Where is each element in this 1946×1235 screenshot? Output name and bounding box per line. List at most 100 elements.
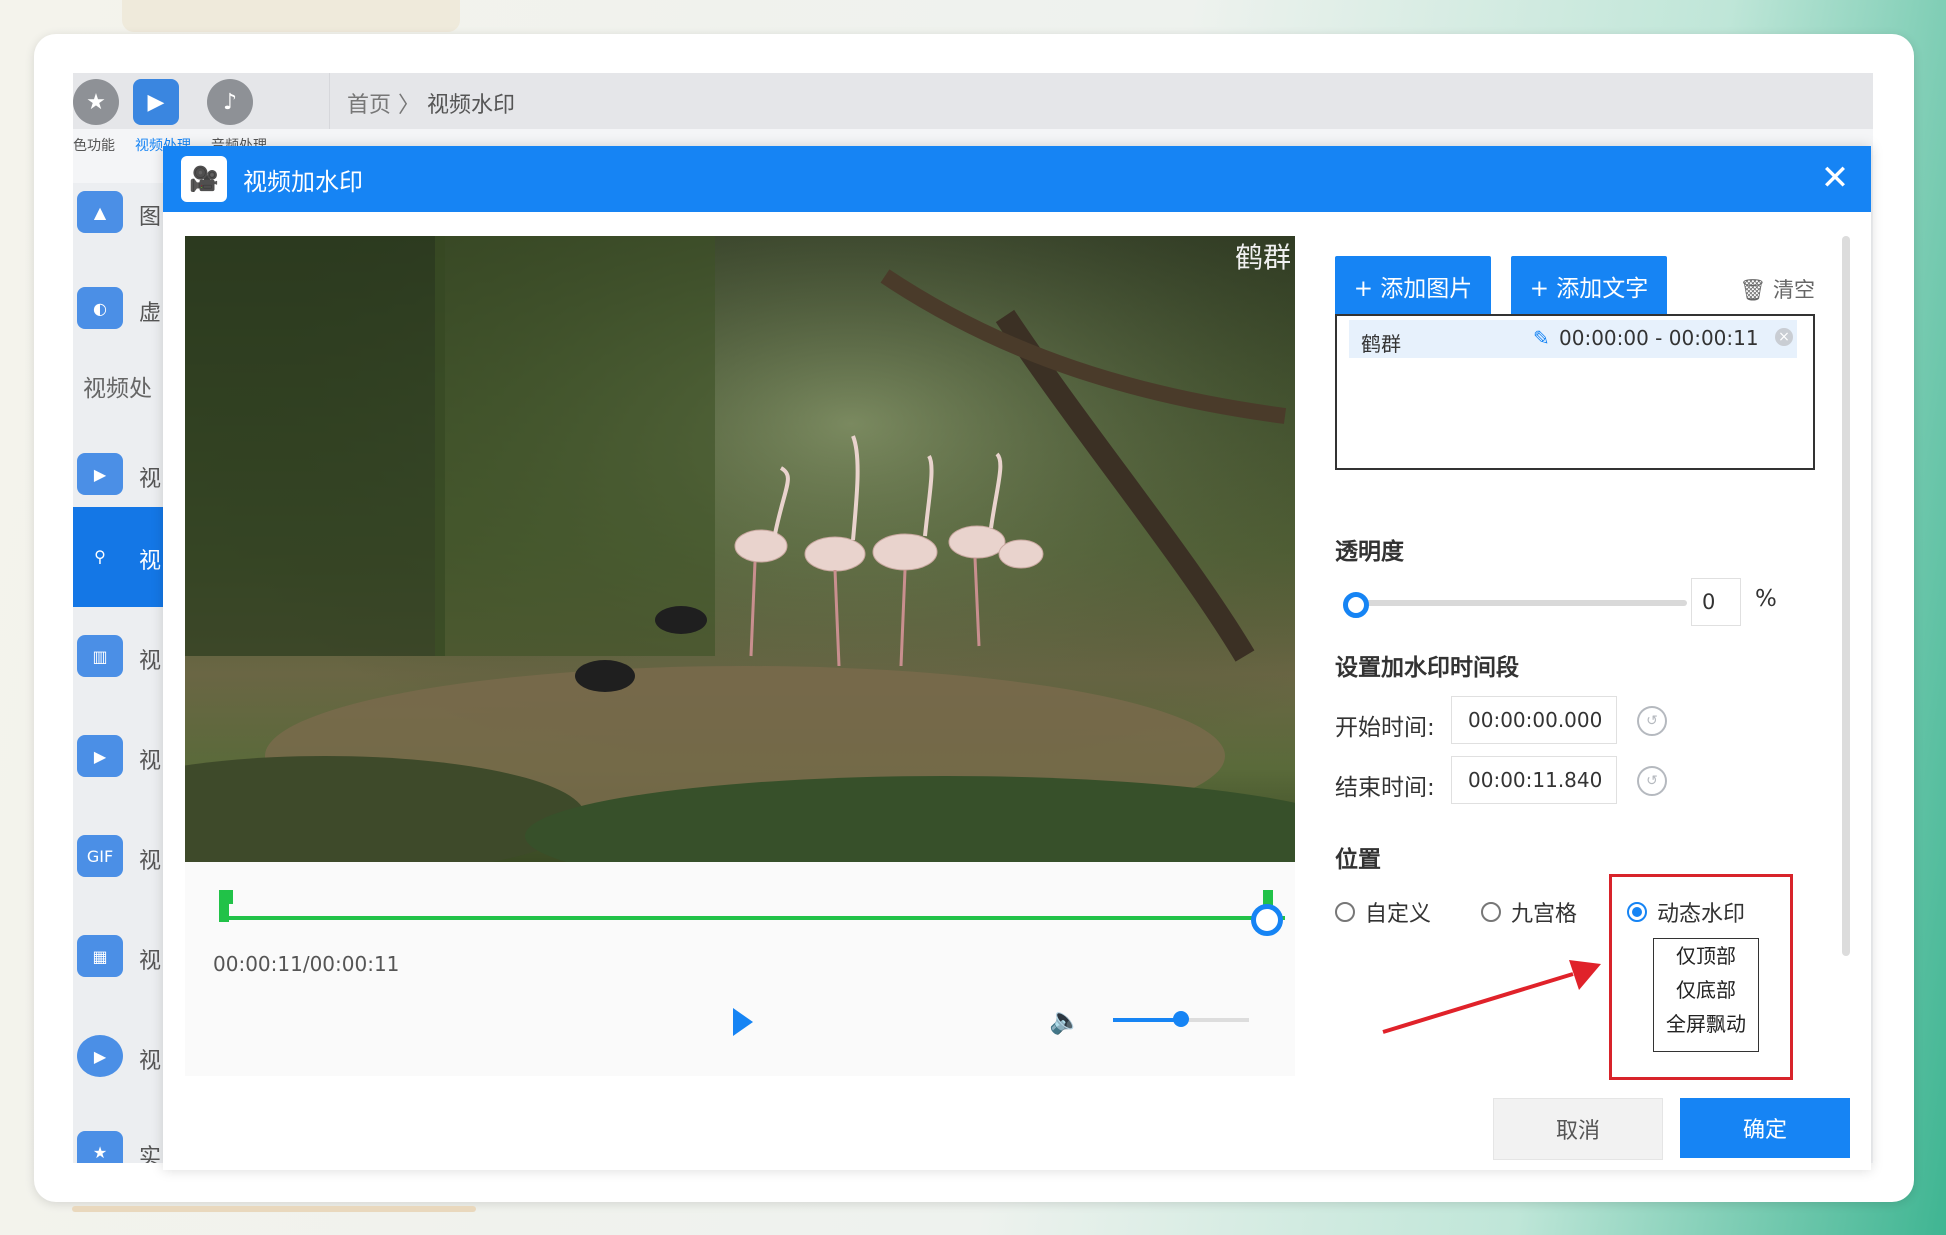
sidebar-item[interactable]: ▶ 视 xyxy=(73,1007,163,1107)
opacity-knob[interactable] xyxy=(1343,592,1369,618)
radio-custom[interactable]: 自定义 xyxy=(1335,896,1431,928)
start-time-label: 开始时间: xyxy=(1335,715,1435,741)
sidebar-item[interactable]: ▥ 视 xyxy=(73,607,163,707)
radio-label: 自定义 xyxy=(1365,902,1432,927)
sidebar-item-label: 视 xyxy=(139,549,162,574)
sidebar-item-active[interactable]: ⚲ 视 xyxy=(73,507,163,607)
add-image-button[interactable]: + 添加图片 xyxy=(1335,256,1491,316)
list-item[interactable]: 鹤群 ✎ 00:00:00 - 00:00:11 × xyxy=(1349,320,1797,358)
volume-fill xyxy=(1113,1018,1181,1022)
sidebar-item[interactable]: ▲ 图 xyxy=(73,163,163,263)
play-icon[interactable] xyxy=(733,1008,753,1036)
end-time-label: 结束时间: xyxy=(1335,775,1435,801)
bottom-decoration xyxy=(72,1206,476,1212)
sidebar-item-label: 虚 xyxy=(139,301,162,326)
sidebar-item-label: 视 xyxy=(139,749,162,774)
scrollbar[interactable] xyxy=(1842,236,1850,956)
end-time-input[interactable]: 00:00:11.840 xyxy=(1451,756,1617,804)
sidebar-item[interactable]: GIF 视 xyxy=(73,807,163,907)
image-icon: ▲ xyxy=(77,191,123,233)
play-circle-icon: ▶ xyxy=(77,1035,123,1077)
start-time-input[interactable]: 00:00:00.000 xyxy=(1451,696,1617,744)
clock-reset-icon[interactable]: ↺ xyxy=(1637,706,1667,736)
top-tab-label[interactable]: 色功能 xyxy=(73,135,115,155)
volume-knob[interactable] xyxy=(1173,1011,1189,1027)
sidebar-item[interactable]: ★ 实 xyxy=(73,1103,163,1163)
trash-icon: 🗑 xyxy=(1739,278,1767,302)
sidebar-item-label: 视 xyxy=(139,467,162,492)
sidebar-item-label: 视 xyxy=(139,949,162,974)
video-settings-icon: ▶ xyxy=(77,735,123,777)
close-circle-icon[interactable]: × xyxy=(1775,328,1793,346)
sidebar-item-label: 视 xyxy=(139,1049,162,1074)
pencil-icon[interactable]: ✎ xyxy=(1533,326,1550,350)
gif-icon: GIF xyxy=(77,835,123,877)
time-separator: - xyxy=(1648,326,1669,350)
watermark-dialog: 🎥 视频加水印 ✕ 鹤群 00:00:11/00:00:11 🔈 + 添加图片 … xyxy=(163,146,1871,1170)
breadcrumb-home[interactable]: 首页 xyxy=(347,93,391,118)
blur-icon: ◐ xyxy=(77,287,123,329)
sidebar-item[interactable]: ▶ 视 xyxy=(73,707,163,807)
split-icon: ▥ xyxy=(77,635,123,677)
timecode: 00:00:11/00:00:11 xyxy=(213,952,400,976)
confirm-button[interactable]: 确定 xyxy=(1680,1098,1850,1158)
clock-reset-icon[interactable]: ↺ xyxy=(1637,766,1667,796)
menu-item-top-only[interactable]: 仅顶部 xyxy=(1654,939,1758,973)
sidebar-item[interactable]: ◐ 虚 xyxy=(73,259,163,359)
volume-icon[interactable]: 🔈 xyxy=(1049,1006,1081,1036)
sidebar-item-label: 图 xyxy=(139,205,162,230)
dialog-header: 🎥 视频加水印 ✕ xyxy=(163,146,1871,212)
annotation-arrow xyxy=(1382,960,1601,1034)
breadcrumb: 首页 〉 视频水印 xyxy=(347,87,515,119)
sidebar-item[interactable]: ▦ 视 xyxy=(73,907,163,1007)
video-preview[interactable]: 鹤群 xyxy=(185,236,1295,862)
divider xyxy=(329,73,330,129)
video-camera-icon: 🎥 xyxy=(181,156,227,202)
clear-button[interactable]: 🗑 清空 xyxy=(1740,274,1815,304)
breadcrumb-separator: 〉 xyxy=(398,93,421,118)
watermark-name: 鹤群 xyxy=(1361,332,1401,356)
watermark-end: 00:00:11 xyxy=(1668,326,1759,350)
player-controls: 00:00:11/00:00:11 🔈 xyxy=(185,862,1295,1076)
dialog-title: 视频加水印 xyxy=(243,168,363,196)
timeline-playhead[interactable] xyxy=(1251,904,1283,936)
audio-icon[interactable]: ♪ xyxy=(207,79,253,125)
sidebar-item-label: 视 xyxy=(139,849,162,874)
position-label: 位置 xyxy=(1335,847,1381,873)
timeline-track[interactable] xyxy=(225,916,1285,920)
radio-label: 九宫格 xyxy=(1511,902,1578,927)
watermark-icon: ⚲ xyxy=(94,546,106,566)
opacity-slider[interactable] xyxy=(1343,592,1687,618)
app-topbar: ★ ▶ ♪ 首页 〉 视频水印 xyxy=(73,73,1873,129)
opacity-input[interactable]: 0 xyxy=(1691,578,1741,626)
dynamic-watermark-menu: 仅顶部 仅底部 全屏飘动 xyxy=(1653,938,1759,1052)
video-frame-image xyxy=(185,236,1295,862)
star-icon: ★ xyxy=(77,1131,123,1163)
radio-circle xyxy=(1335,902,1355,922)
menu-item-fullscreen-float[interactable]: 全屏飘动 xyxy=(1654,1007,1758,1041)
volume-slider[interactable] xyxy=(1113,1011,1249,1027)
webm-icon: ▦ xyxy=(77,935,123,977)
opacity-label: 透明度 xyxy=(1335,539,1404,565)
breadcrumb-current: 视频水印 xyxy=(427,93,516,118)
sidebar-item-label: 实 xyxy=(139,1145,162,1163)
radio-circle xyxy=(1481,902,1501,922)
watermark-text-overlay[interactable]: 鹤群 xyxy=(1235,236,1291,276)
clear-label: 清空 xyxy=(1773,278,1815,302)
watermark-time-range: 00:00:00 - 00:00:11 xyxy=(1559,326,1759,350)
cancel-button[interactable]: 取消 xyxy=(1493,1098,1663,1160)
sidebar-section-title: 视频处 xyxy=(83,376,152,402)
watermark-start: 00:00:00 xyxy=(1559,326,1649,350)
star-icon[interactable]: ★ xyxy=(73,79,119,125)
time-range-label: 设置加水印时间段 xyxy=(1335,655,1519,681)
radio-grid[interactable]: 九宫格 xyxy=(1481,896,1577,928)
video-icon: ▶ xyxy=(77,453,123,495)
menu-item-bottom-only[interactable]: 仅底部 xyxy=(1654,973,1758,1007)
add-text-button[interactable]: + 添加文字 xyxy=(1511,256,1667,316)
sidebar-item-label: 视 xyxy=(139,649,162,674)
sidebar: ▲ 图 ◐ 虚 视频处 ▶ 视 ⚲ 视 ▥ 视 ▶ 视 GIF 视 ▦ 视 ▶ … xyxy=(73,183,163,1163)
video-processing-icon[interactable]: ▶ xyxy=(133,79,179,125)
close-icon[interactable]: ✕ xyxy=(1813,156,1857,200)
opacity-unit: % xyxy=(1755,586,1777,612)
watermark-list: 鹤群 ✎ 00:00:00 - 00:00:11 × xyxy=(1335,314,1815,470)
